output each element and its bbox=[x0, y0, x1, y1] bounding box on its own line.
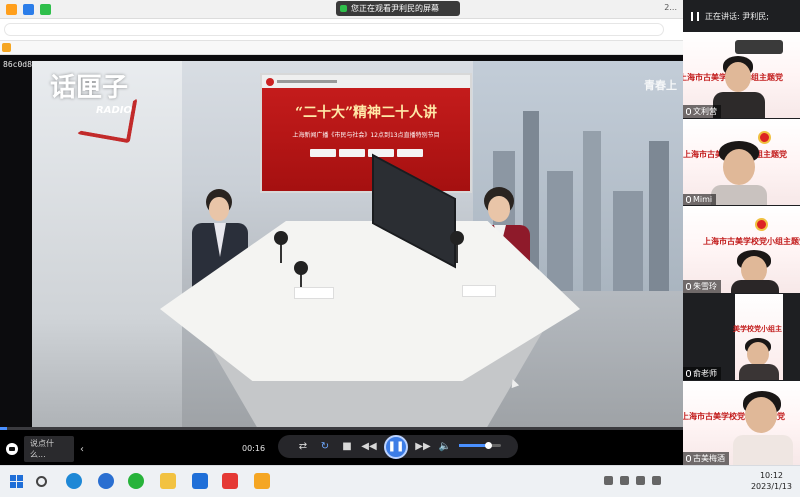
edge-browser-icon[interactable] bbox=[66, 473, 82, 489]
desk-papers bbox=[294, 287, 334, 299]
participant-name: 俞老师 bbox=[683, 367, 721, 380]
video-player-app-icon[interactable] bbox=[254, 473, 270, 489]
meeting-app-icon[interactable] bbox=[192, 473, 208, 489]
system-bar-right: 2... bbox=[664, 3, 677, 12]
playback-time: 00:16 bbox=[242, 444, 266, 453]
microphone-icon bbox=[294, 261, 308, 275]
rewind-button[interactable]: ◀◀ bbox=[358, 441, 380, 452]
studio-logo: 话匣子 RADIO bbox=[50, 67, 160, 144]
system-top-bar: 您正在观看尹利民的屏幕 2... bbox=[0, 0, 683, 19]
microphone-icon bbox=[686, 455, 691, 462]
app-icon-orange[interactable] bbox=[6, 3, 17, 15]
microphone-icon bbox=[686, 283, 691, 290]
speaker-icon bbox=[691, 11, 699, 21]
volume-level bbox=[459, 444, 489, 447]
screen-share-notice[interactable]: 您正在观看尹利民的屏幕 bbox=[336, 1, 460, 16]
browser-icon[interactable] bbox=[98, 473, 114, 489]
participant-tile[interactable]: 上海市古美学校党小组主题党 古美梅酒 bbox=[683, 381, 800, 465]
pause-button[interactable]: ❚❚ bbox=[384, 434, 408, 459]
volume-tray-icon[interactable] bbox=[620, 476, 629, 485]
fast-forward-button[interactable]: ▶▶ bbox=[412, 441, 434, 452]
share-status-icon bbox=[340, 5, 347, 12]
party-emblem-icon bbox=[755, 218, 768, 231]
player-controls: 说点什么... ‹ 00:16 ⇄ ↻ ■ ◀◀ ❚❚ ▶▶ 🔈 bbox=[0, 430, 683, 465]
broadcaster-logo-icon bbox=[266, 77, 274, 86]
board-header bbox=[262, 75, 470, 88]
comment-area: 说点什么... ‹ bbox=[6, 436, 84, 462]
participant-name: 古美梅酒 bbox=[683, 452, 729, 465]
participant-name: 朱雪玲 bbox=[683, 280, 721, 293]
microphone-icon bbox=[450, 231, 464, 245]
participant-banner: 美学校党小组主 bbox=[733, 325, 782, 333]
windows-start-icon[interactable] bbox=[10, 475, 23, 488]
studio-logo-sub: RADIO bbox=[96, 105, 132, 116]
address-bar[interactable] bbox=[4, 23, 664, 36]
address-strip bbox=[0, 19, 683, 41]
microphone-icon bbox=[686, 108, 691, 115]
desk-papers bbox=[462, 285, 496, 297]
participant-banner: 上海市古美学校党小组主题党 bbox=[703, 237, 800, 246]
participant-tile[interactable]: 上海市古美学校党小组主题党 Mimi bbox=[683, 119, 800, 205]
system-bar-right-text: 2... bbox=[664, 3, 677, 12]
search-icon[interactable] bbox=[36, 476, 47, 487]
comment-input[interactable]: 说点什么... bbox=[24, 436, 74, 462]
backdrop-text: 青春上 bbox=[644, 79, 677, 92]
participant-name: Mimi bbox=[683, 194, 717, 205]
participant-tile[interactable]: 美学校党小组主 俞老师 bbox=[683, 294, 800, 380]
volume-slider[interactable] bbox=[459, 442, 501, 449]
chevron-left-icon[interactable]: ‹ bbox=[80, 444, 84, 455]
logo-ring bbox=[76, 88, 138, 144]
notification-icon[interactable] bbox=[652, 476, 661, 485]
party-emblem-icon bbox=[758, 131, 771, 144]
board-subtitle: 上海新闻广播《市民与社会》12点到13点直播特别节目 bbox=[292, 132, 440, 139]
mouse-cursor-icon bbox=[508, 377, 520, 389]
ime-icon[interactable] bbox=[636, 476, 645, 485]
sponsor-logos bbox=[262, 149, 470, 157]
board-title: “二十大”精神二十人讲 bbox=[294, 105, 438, 121]
microphone-icon bbox=[686, 196, 691, 203]
shuffle-icon[interactable]: ⇄ bbox=[292, 441, 314, 452]
program-board: “二十大”精神二十人讲 上海新闻广播《市民与社会》12点到13点直播特别节目 bbox=[260, 73, 472, 193]
repeat-icon[interactable]: ↻ bbox=[314, 441, 336, 452]
clock-date: 2023/1/13 bbox=[750, 482, 792, 491]
microphone-icon bbox=[686, 370, 691, 377]
participant-panel: 正在讲话: 尹利民; 上海市古美学校党小组主题党 文利营 上海市古美学校党小组主… bbox=[683, 0, 800, 465]
wps-icon[interactable] bbox=[222, 473, 238, 489]
video-frame: 话匣子 RADIO 青春上 “二十大”精神二十人讲 上海新闻广播《市民与社会》1… bbox=[32, 61, 683, 429]
participant-name: 文利营 bbox=[683, 105, 721, 118]
clock-time: 10:12 bbox=[759, 471, 784, 480]
network-icon[interactable] bbox=[604, 476, 613, 485]
shield-icon[interactable] bbox=[23, 3, 34, 15]
signal-icon[interactable] bbox=[40, 3, 51, 15]
clock[interactable]: 10:12 2023/1/13 bbox=[751, 470, 792, 492]
stop-button[interactable]: ■ bbox=[336, 441, 358, 452]
volume-icon[interactable]: 🔈 bbox=[434, 441, 456, 452]
player-app-icon bbox=[2, 43, 11, 52]
system-tray bbox=[604, 476, 661, 485]
wechat-icon[interactable] bbox=[128, 473, 144, 489]
player-tab-strip bbox=[0, 41, 683, 55]
share-notice-text: 您正在观看尹利民的屏幕 bbox=[351, 4, 439, 13]
speaking-label: 正在讲话: 尹利民; bbox=[705, 11, 769, 21]
participant-tile[interactable]: 上海市古美学校党小组主题党 朱雪玲 bbox=[683, 206, 800, 293]
microphone-icon bbox=[274, 231, 288, 245]
speaking-indicator: 正在讲话: 尹利民; bbox=[683, 0, 800, 32]
participant-tile[interactable]: 上海市古美学校党小组主题党 文利营 bbox=[683, 32, 800, 118]
file-explorer-icon[interactable] bbox=[160, 473, 176, 489]
danmaku-icon[interactable] bbox=[6, 443, 18, 455]
video-player[interactable]: 86c0d8643b06699c14cf4155abc1cc96 话匣子 RAD… bbox=[0, 41, 683, 465]
taskbar: 10:12 2023/1/13 bbox=[0, 465, 800, 497]
